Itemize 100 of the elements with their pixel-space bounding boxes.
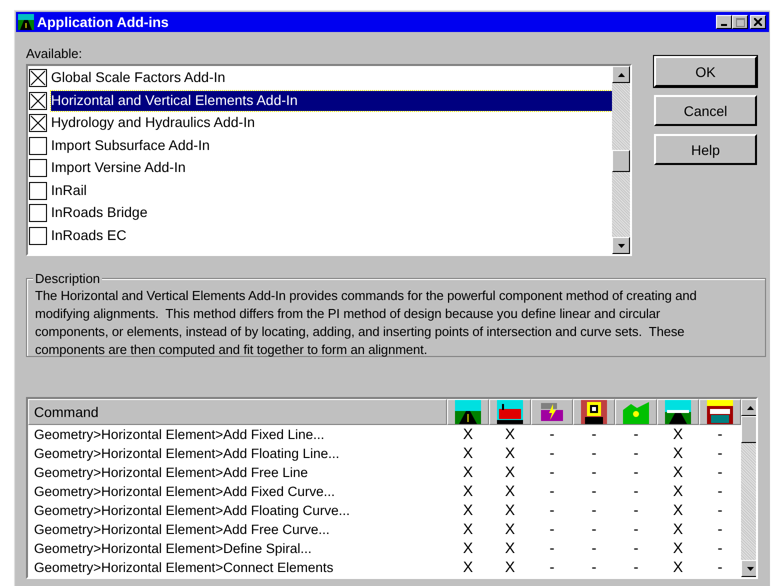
table-cell-text: - (548, 464, 556, 481)
table-cell-text: - (590, 502, 598, 519)
table-cell-text: X (504, 521, 516, 538)
table-cell-text: X (504, 483, 516, 500)
table-cell-text: Geometry>Horizontal Element>Connect Elements (33, 560, 334, 575)
table-cell-text: X (672, 426, 684, 443)
column-header[interactable]: Command (28, 399, 447, 425)
table-cell-text: - (548, 483, 556, 500)
scroll-down-button[interactable] (741, 560, 756, 577)
table-cell-text: X (672, 502, 684, 519)
scroll-up-button[interactable] (741, 399, 756, 416)
table-cell-text: X (504, 559, 516, 576)
table-cell-text: - (590, 426, 598, 443)
description-text: The Horizontal and Vertical Elements Add-In provides commands for the powerful component method of creating and modifying alignments. This method differs from the PI method of design because you define linear and circular components, or elements, instead of by locating, adding, and inserting points of intersection and curve sets. These components are then computed and fit together to form an alignment. (35, 287, 698, 359)
table-cell-text: - (590, 483, 598, 500)
group-title: Description (33, 271, 102, 286)
list-item[interactable]: Import Versine Add-In (51, 158, 188, 178)
table-cell-text: - (548, 521, 556, 538)
list-item[interactable]: InRoads Bridge (51, 203, 150, 224)
checkbox[interactable] (29, 69, 47, 88)
column-header[interactable] (531, 399, 573, 425)
column-header[interactable] (657, 399, 699, 425)
table-cell-text: - (716, 464, 724, 481)
table-cell-text: - (632, 502, 640, 519)
maximize-button[interactable] (732, 15, 748, 29)
column-header[interactable] (489, 399, 531, 425)
table-cell-text: - (716, 559, 724, 576)
table-cell-text: - (590, 445, 598, 462)
table-cell-text: - (548, 445, 556, 462)
checkbox[interactable] (29, 159, 47, 178)
scrollbar[interactable] (741, 399, 756, 577)
table-cell-text: X (672, 464, 684, 481)
down-arrow-icon (618, 244, 624, 248)
up-arrow-icon (746, 406, 754, 410)
table-cell-text: - (716, 426, 724, 443)
table-cell-text: Geometry>Horizontal Element>Add Floating Line... (33, 446, 340, 461)
table-cell-text: X (672, 521, 684, 538)
table-cell-text: Geometry>Horizontal Element>Define Spiral... (33, 541, 313, 556)
checkbox[interactable] (29, 136, 47, 155)
table-cell-text: X (504, 426, 516, 443)
table-cell-text: X (462, 483, 474, 500)
dialog-button[interactable]: OK (654, 56, 757, 87)
scrollbar[interactable] (612, 66, 630, 254)
table-cell-text: - (632, 464, 640, 481)
table-cell-text: X (462, 521, 474, 538)
close-icon (754, 18, 762, 26)
table-cell-text: - (632, 559, 640, 576)
list-item[interactable]: Hydrology and Hydraulics Add-In (51, 113, 257, 134)
checkbox[interactable] (29, 114, 47, 132)
maximize-icon (736, 18, 744, 26)
available-label: Available: (26, 46, 84, 61)
dialog-button[interactable]: Help (654, 134, 757, 165)
table-cell-text: X (672, 540, 684, 557)
list-item[interactable]: InRoads EC (51, 226, 128, 246)
table-cell-text: - (548, 559, 556, 576)
table-cell-text: - (548, 426, 556, 443)
table-cell-text: - (590, 559, 598, 576)
table-cell-text: - (548, 540, 556, 557)
scroll-down-button[interactable] (612, 237, 630, 254)
bridge-icon (665, 400, 691, 424)
table-cell-text: X (462, 559, 474, 576)
list-item[interactable]: Import Subsurface Add-In (51, 136, 212, 156)
checkbox[interactable] (29, 92, 47, 110)
table-cell-text: Geometry>Horizontal Element>Add Fixed Line... (33, 427, 326, 442)
list-item[interactable]: Global Scale Factors Add-In (51, 68, 228, 88)
column-header[interactable] (447, 399, 489, 425)
dialog-button[interactable]: Cancel (654, 95, 757, 126)
scroll-thumb[interactable] (741, 416, 756, 443)
table-cell-text: X (504, 445, 516, 462)
table-cell-text: X (462, 464, 474, 481)
checkbox[interactable] (29, 226, 47, 245)
minimize-button[interactable] (716, 15, 732, 29)
table-cell-text: - (632, 540, 640, 557)
train-icon (497, 400, 523, 424)
close-button[interactable] (750, 15, 766, 29)
table-cell-text: - (716, 540, 724, 557)
table-cell-text: X (462, 426, 474, 443)
table-cell-text: - (716, 502, 724, 519)
table-cell-text: Geometry>Horizontal Element>Add Fixed Curve... (33, 484, 336, 499)
table-cell-text: - (548, 502, 556, 519)
table-cell-text: - (716, 483, 724, 500)
table-cell-text: X (462, 502, 474, 519)
hill-icon (623, 400, 649, 424)
list-item[interactable]: InRail (51, 180, 89, 201)
table-cell-text: X (504, 464, 516, 481)
down-arrow-icon (746, 566, 754, 570)
scroll-thumb[interactable] (612, 150, 630, 172)
table-cell-text: - (632, 483, 640, 500)
window-title: Application Add-ins (37, 14, 170, 30)
checkbox[interactable] (29, 204, 47, 222)
table-cell-text: X (672, 559, 684, 576)
table-cell-text: - (632, 521, 640, 538)
scroll-up-button[interactable] (612, 66, 630, 83)
checkbox[interactable] (29, 182, 47, 200)
table-cell-text: X (462, 445, 474, 462)
table-cell-text: Geometry>Horizontal Element>Add Free Line (33, 465, 309, 480)
column-header[interactable] (699, 399, 741, 425)
list-item[interactable]: Horizontal and Vertical Elements Add-In (51, 90, 612, 111)
table-cell-text: - (632, 426, 640, 443)
column-header[interactable] (573, 399, 615, 425)
